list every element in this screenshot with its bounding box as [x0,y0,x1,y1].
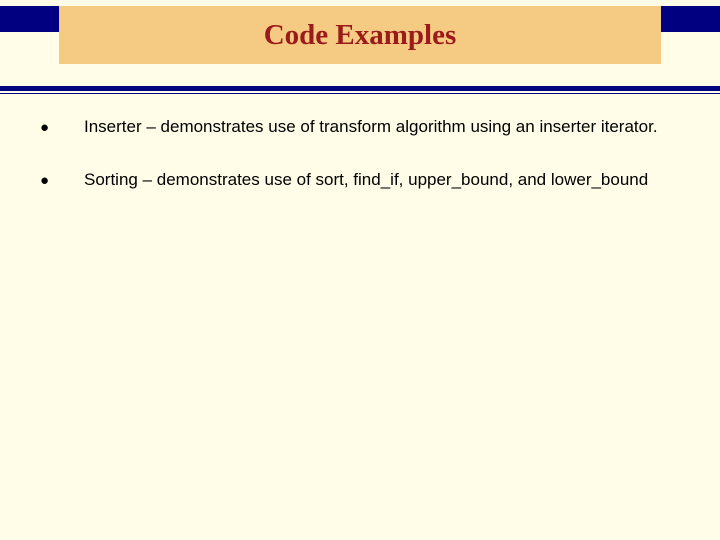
slide-title: Code Examples [264,19,457,52]
bullet-icon: ● [40,116,84,138]
title-area: Code Examples [0,0,720,64]
bullet-text: Inserter – demonstrates use of transform… [84,116,670,139]
title-box: Code Examples [59,6,661,64]
list-item: ● Inserter – demonstrates use of transfo… [40,116,670,139]
bullet-icon: ● [40,169,84,191]
divider-line [0,86,720,91]
list-item: ● Sorting – demonstrates use of sort, fi… [40,169,670,192]
bullet-text: Sorting – demonstrates use of sort, find… [84,169,670,192]
slide: Code Examples ● Inserter – demonstrates … [0,0,720,540]
content-area: ● Inserter – demonstrates use of transfo… [40,116,670,222]
